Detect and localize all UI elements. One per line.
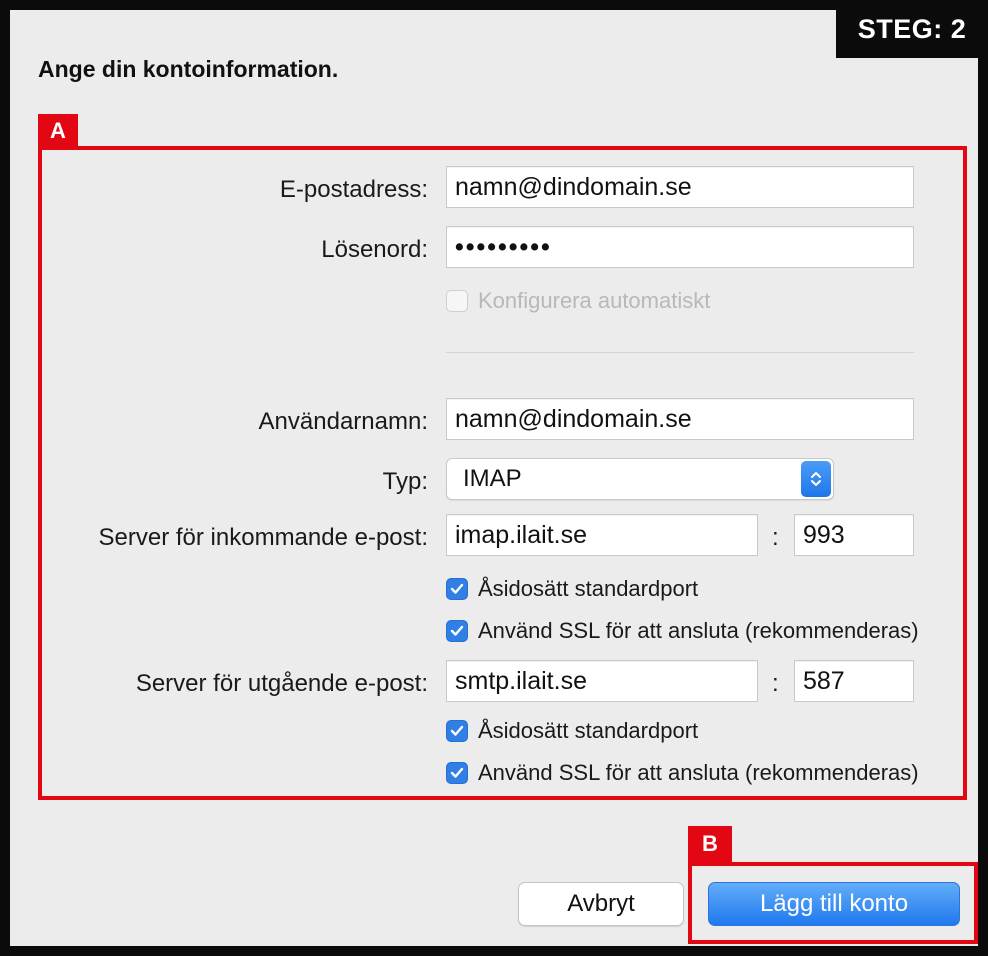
- auto-config-label: Konfigurera automatiskt: [478, 288, 711, 313]
- incoming-override-port-checkbox[interactable]: Åsidosätt standardport: [446, 576, 698, 602]
- dialog-heading: Ange din kontoinformation.: [38, 56, 339, 82]
- username-label: Användarnamn:: [258, 408, 428, 435]
- email-field[interactable]: [446, 166, 914, 208]
- incoming-override-port-label: Åsidosätt standardport: [478, 576, 699, 601]
- incoming-port-field[interactable]: [794, 514, 914, 556]
- type-select[interactable]: IMAP: [446, 458, 834, 500]
- cancel-button[interactable]: Avbryt: [518, 882, 684, 926]
- auto-config-checkbox: Konfigurera automatiskt: [446, 288, 710, 314]
- chevron-up-down-icon: [801, 461, 831, 497]
- step-badge: STEG: 2: [836, 0, 988, 58]
- outgoing-override-port-label: Åsidosätt standardport: [478, 718, 699, 743]
- incoming-use-ssl-label: Använd SSL för att ansluta (rekommendera…: [478, 618, 919, 643]
- outgoing-port-field[interactable]: [794, 660, 914, 702]
- password-field[interactable]: [446, 226, 914, 268]
- section-divider: [446, 352, 914, 353]
- add-account-button[interactable]: Lägg till konto: [708, 882, 960, 926]
- email-label: E-postadress:: [279, 176, 428, 203]
- checkmark-icon: [446, 620, 468, 642]
- checkmark-icon: [446, 720, 468, 742]
- incoming-server-field[interactable]: [446, 514, 758, 556]
- outgoing-use-ssl-label: Använd SSL för att ansluta (rekommendera…: [478, 760, 919, 785]
- outgoing-server-label: Server för utgående e-post:: [135, 670, 428, 697]
- incoming-use-ssl-checkbox[interactable]: Använd SSL för att ansluta (rekommendera…: [446, 618, 919, 644]
- outgoing-server-field[interactable]: [446, 660, 758, 702]
- password-label: Lösenord:: [321, 236, 428, 263]
- callout-marker-b: B: [688, 826, 732, 862]
- checkmark-icon: [446, 762, 468, 784]
- checkbox-unchecked-icon: [446, 290, 468, 312]
- incoming-server-label: Server för inkommande e-post:: [98, 524, 428, 551]
- type-selected-value: IMAP: [463, 465, 522, 492]
- username-field[interactable]: [446, 398, 914, 440]
- outgoing-override-port-checkbox[interactable]: Åsidosätt standardport: [446, 718, 698, 744]
- type-label: Typ:: [382, 468, 428, 495]
- incoming-port-separator: :: [772, 524, 779, 551]
- callout-marker-a: A: [38, 114, 78, 148]
- outgoing-use-ssl-checkbox[interactable]: Använd SSL för att ansluta (rekommendera…: [446, 760, 919, 786]
- checkmark-icon: [446, 578, 468, 600]
- outgoing-port-separator: :: [772, 670, 779, 697]
